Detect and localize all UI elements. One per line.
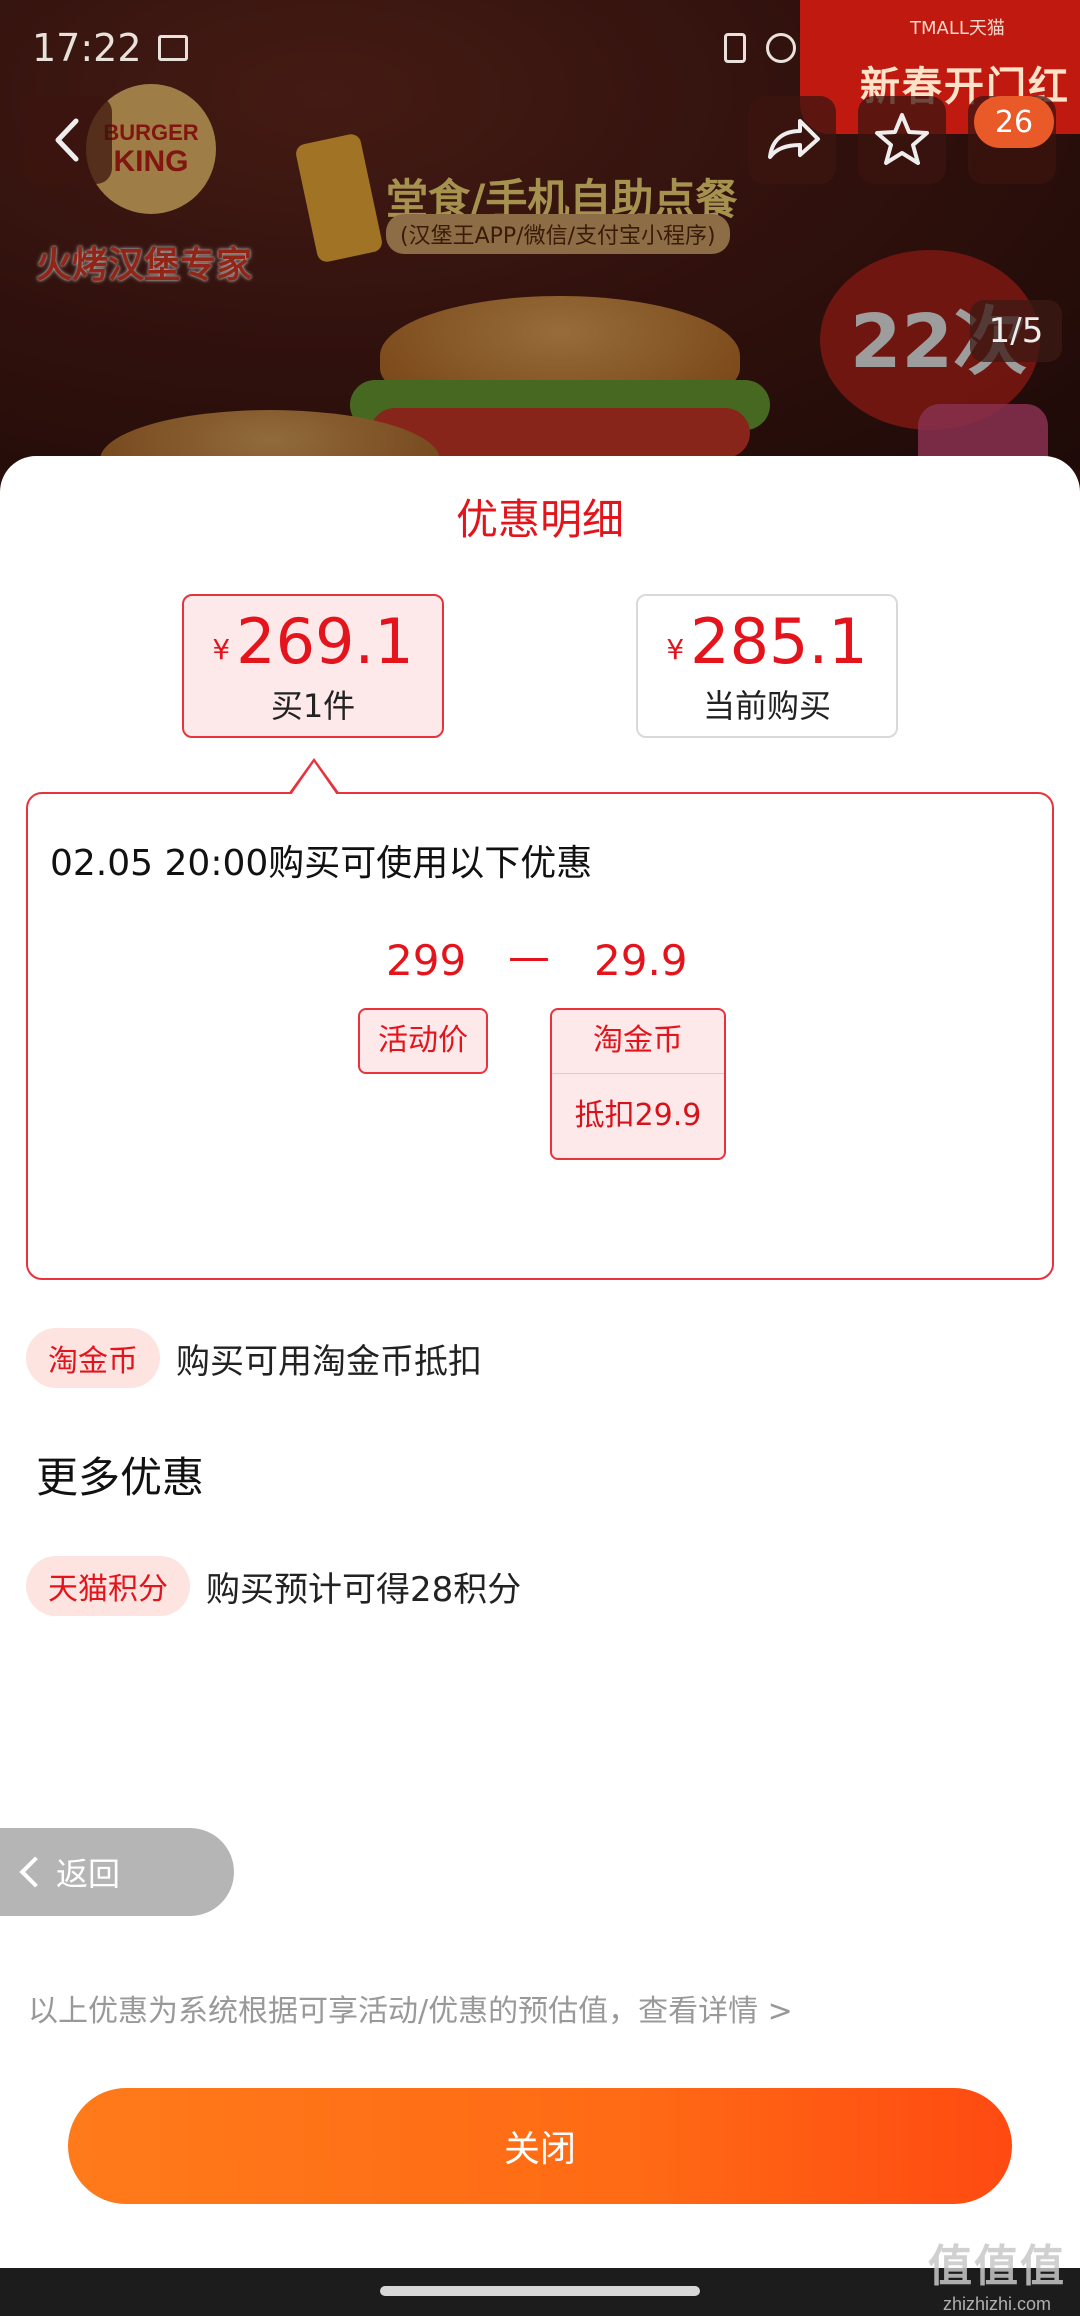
status-time: 17:22 bbox=[32, 26, 142, 70]
taojinbi-tag-deduct: 抵扣29.9 bbox=[574, 1098, 702, 1133]
price-card-current[interactable]: ¥285.1 当前购买 bbox=[636, 594, 898, 738]
breakdown-heading: 02.05 20:00购买可使用以下优惠 bbox=[50, 843, 593, 884]
site-watermark: 值值值 zhizhizhi.com bbox=[928, 2230, 1066, 2315]
tmall-points-pill: 天猫积分 bbox=[26, 1556, 190, 1616]
tmall-points-row: 天猫积分 购买预计可得28积分 bbox=[26, 1556, 521, 1616]
system-nav-bar bbox=[0, 2268, 1080, 2316]
discount-breakdown-box: 02.05 20:00购买可使用以下优惠 299 — 29.9 活动价 淘金币 … bbox=[26, 792, 1054, 1280]
watermark-logo-text: 值值值 bbox=[928, 2242, 1066, 2291]
tmall-label: TMALL天猫 bbox=[910, 18, 1005, 39]
image-page-indicator: 1/5 bbox=[970, 300, 1062, 362]
discount-detail-sheet: 优惠明细 ¥269.1 买1件 ¥285.1 当前购买 02.05 20:00购… bbox=[0, 456, 1080, 2268]
home-gesture-handle[interactable] bbox=[380, 2286, 700, 2296]
chevron-left-icon bbox=[55, 118, 79, 162]
chevron-left-icon bbox=[19, 1856, 51, 1888]
star-icon bbox=[875, 113, 929, 165]
favorite-button[interactable] bbox=[858, 96, 946, 184]
card-pointer-arrow-fill bbox=[291, 762, 337, 795]
tmall-points-row-text: 购买预计可得28积分 bbox=[206, 1569, 522, 1610]
taojinbi-row: 淘金币 购买可用淘金币抵扣 bbox=[26, 1328, 482, 1388]
currency-symbol: ¥ bbox=[666, 633, 685, 666]
price-label: 当前购买 bbox=[702, 687, 831, 725]
gallery-icon bbox=[157, 35, 188, 61]
taojinbi-tag-title: 淘金币 bbox=[552, 1010, 724, 1074]
price-card-buy-one[interactable]: ¥269.1 买1件 bbox=[182, 594, 444, 738]
minus-sign: — bbox=[508, 932, 550, 981]
price-amount: 269.1 bbox=[236, 605, 414, 678]
watermark-url: zhizhizhi.com bbox=[942, 2294, 1052, 2314]
close-button[interactable]: 关闭 bbox=[68, 2088, 1012, 2204]
price-label: 买1件 bbox=[270, 687, 356, 725]
price-amount: 285.1 bbox=[690, 605, 868, 678]
floating-back-button[interactable]: 返回 bbox=[0, 1828, 234, 1916]
cart-count-badge: 26 bbox=[974, 96, 1054, 148]
sheet-title: 优惠明细 bbox=[455, 495, 624, 544]
taojinbi-pill: 淘金币 bbox=[26, 1328, 160, 1388]
back-button[interactable] bbox=[24, 96, 112, 184]
taojinbi-row-text: 购买可用淘金币抵扣 bbox=[176, 1341, 482, 1382]
battery-saver-icon bbox=[724, 32, 747, 63]
taojinbi-tag: 淘金币 抵扣29.9 bbox=[550, 1008, 726, 1160]
activity-price-tag: 活动价 bbox=[358, 1008, 488, 1074]
back-label: 返回 bbox=[56, 1855, 121, 1893]
share-button[interactable] bbox=[748, 96, 836, 184]
currency-symbol: ¥ bbox=[212, 633, 231, 666]
discount-value: 29.9 bbox=[594, 936, 688, 985]
more-discounts-title: 更多优惠 bbox=[36, 1453, 205, 1502]
base-price-value: 299 bbox=[386, 936, 467, 985]
alarm-icon bbox=[766, 32, 797, 63]
share-icon bbox=[768, 119, 820, 159]
disclaimer-link[interactable]: 以上优惠为系统根据可享活动/优惠的预估值，查看详情 > bbox=[28, 1986, 793, 2030]
